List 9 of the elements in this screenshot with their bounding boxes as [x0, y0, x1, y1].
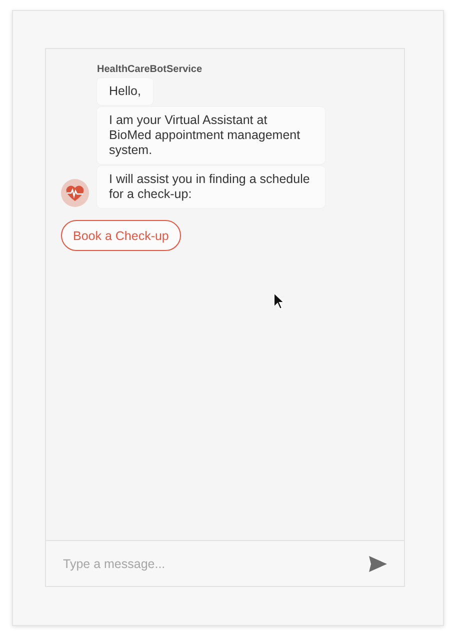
message-bubble: I will assist you in finding a schedule for a check-up:: [97, 166, 325, 208]
sender-name: HealthCareBotService: [97, 64, 204, 75]
message-bubble: Hello,: [97, 78, 153, 105]
book-button[interactable]: Book a Check-up: [61, 220, 181, 251]
cursor-icon: [273, 292, 285, 310]
message-bubble: I am your Virtual Assistant at BioMed appointment management system.: [97, 107, 325, 164]
send-icon[interactable]: [368, 554, 388, 572]
heart-avatar-icon: [61, 179, 89, 207]
message-input[interactable]: Type a message...: [61, 556, 368, 572]
